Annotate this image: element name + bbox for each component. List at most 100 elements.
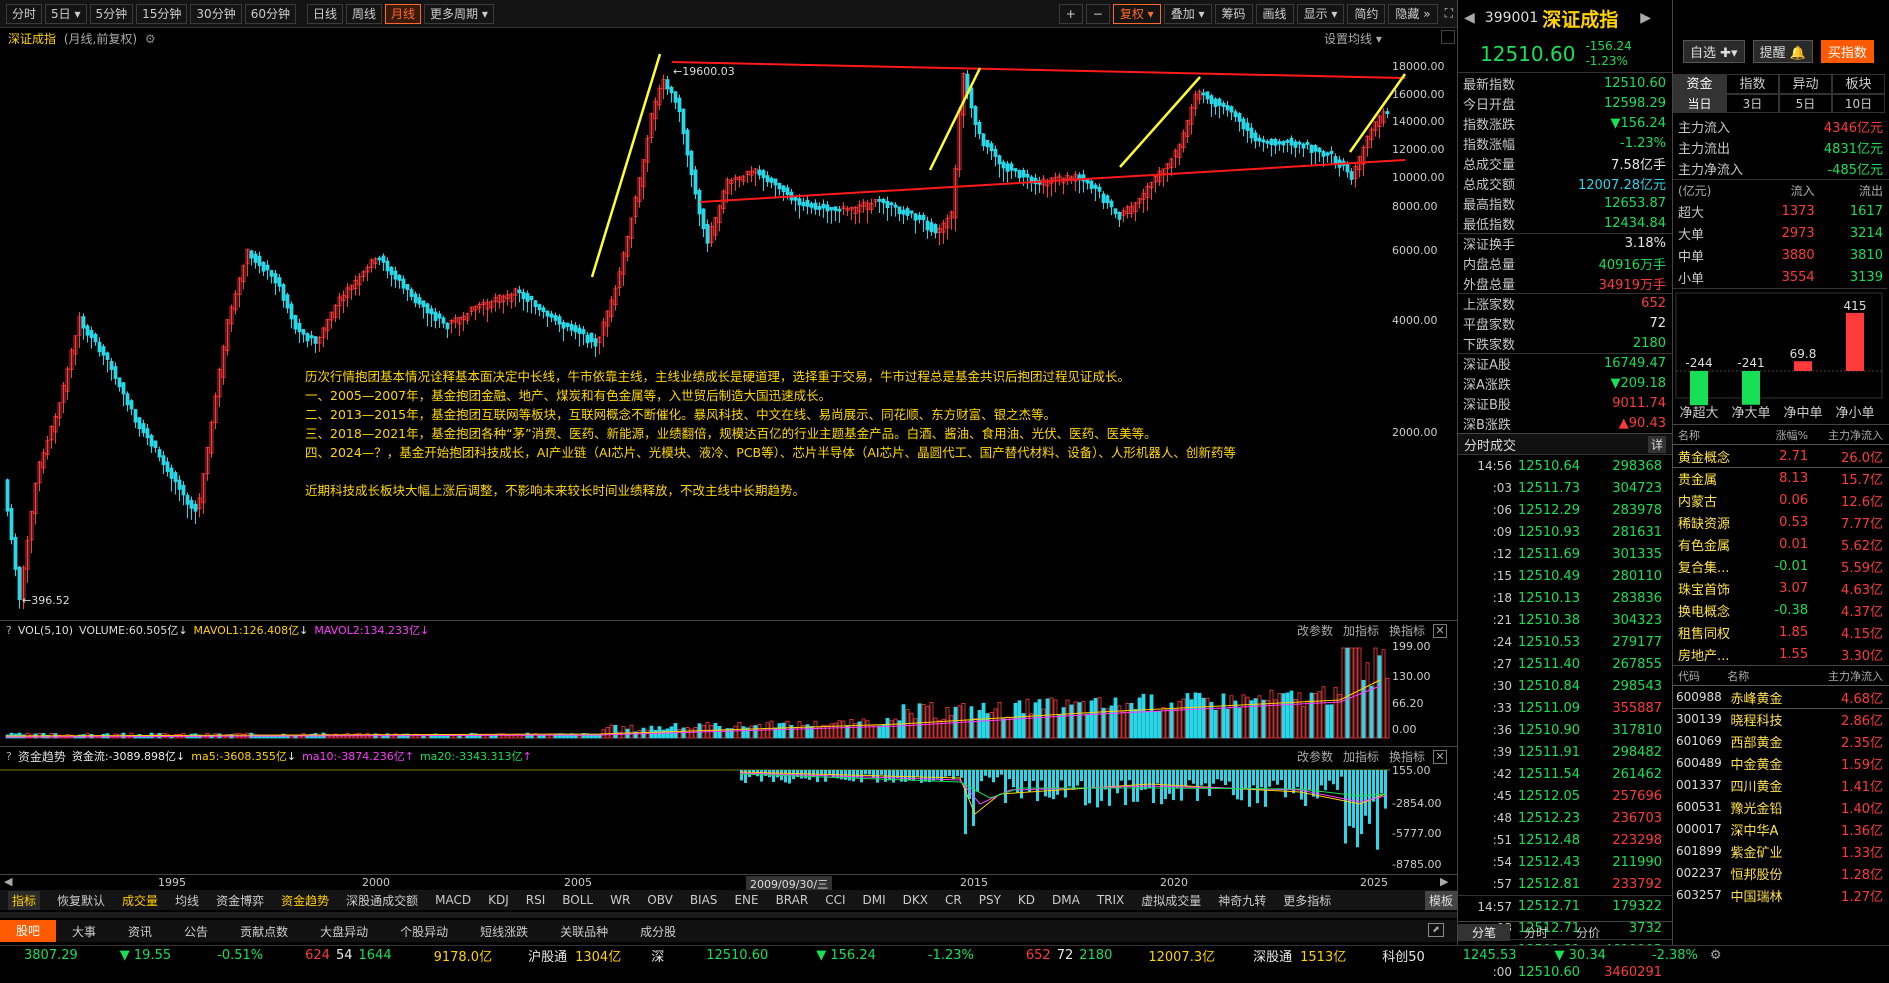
ticks-tab[interactable]: 分价 [1562,924,1614,941]
indicator-tab[interactable]: WR [610,893,630,907]
period-dropdown[interactable]: 更多周期 ▾ [424,3,494,24]
indicator-tab[interactable]: MACD [435,893,471,907]
sector-row[interactable]: 复合集... -0.01 5.59亿 [1673,555,1889,577]
sector-row[interactable]: 租售同权 1.85 4.15亿 [1673,621,1889,643]
indicator-tab[interactable]: 恢复默认 [57,892,105,909]
sector-row[interactable]: 稀缺资源 0.53 7.77亿 [1673,511,1889,533]
prev-arrow-icon[interactable]: ◀ [1464,10,1475,26]
period-dropdown[interactable]: 5日 ▾ [45,3,87,24]
period-tab[interactable]: 日线 [306,3,343,24]
vol-switch-indicator[interactable]: 换指标 [1389,622,1425,639]
close-icon[interactable]: ✕ [1433,749,1447,764]
indicator-tab[interactable]: KDJ [488,893,509,907]
period-tab[interactable]: 月线 [385,3,422,24]
indicator-tab[interactable]: 指标 [8,890,41,910]
period-tab[interactable]: 60分钟 [244,3,296,24]
chart-tool-button[interactable]: 筹码 [1214,4,1253,24]
indicator-tab[interactable]: 深股通成交额 [346,892,418,909]
info-tab[interactable]: 个股异动 [384,923,464,940]
indicator-tab[interactable]: KD [1018,893,1035,907]
period-tab[interactable]: 15分钟 [136,3,188,24]
info-tab[interactable]: 大事 [56,923,112,940]
indicator-tab[interactable]: RSI [526,893,546,907]
stock-row[interactable]: 300139 晓程科技 2.86亿 [1673,708,1889,730]
info-tab[interactable]: 短线涨跌 [464,923,544,940]
indicator-tab[interactable]: BIAS [690,893,718,907]
stock-row[interactable]: 001337 四川黄金 1.41亿 [1673,774,1889,796]
chart-tool-button[interactable]: − [1085,4,1110,24]
period-tab[interactable]: 周线 [346,3,383,24]
close-icon[interactable]: ✕ [1433,623,1447,638]
funds-tab[interactable]: 异动 [1779,74,1832,94]
sh-index-value[interactable]: 3807.29 [24,948,78,963]
panel-scrollbar[interactable] [1873,74,1887,944]
indicator-tab[interactable]: 更多指标 [1283,892,1331,909]
sector-flow-table[interactable]: 名称 涨幅% 主力净流入 黄金概念 2.71 26.0亿 贵金属 8.13 15.7亿 内蒙古 0.… [1672,424,1889,665]
chart-tool-button[interactable]: 简约 [1347,4,1386,24]
indicator-tab[interactable]: TRIX [1097,893,1124,907]
chart-tool-button[interactable]: + [1058,4,1083,24]
expand-icon[interactable]: ⬈ [1428,923,1444,937]
stock-row[interactable]: 600988 赤峰黄金 4.68亿 [1672,685,1889,709]
indicator-tab[interactable]: DMI [863,893,886,907]
indicator-tab[interactable]: 虚拟成交量 [1141,892,1201,909]
funds-period-tab[interactable]: 当日 [1673,94,1726,113]
chart-tool-button[interactable]: 画线 [1255,4,1294,24]
indicator-tab[interactable]: DKX [903,893,928,907]
info-tab[interactable]: 公告 [168,923,224,940]
chart-tool-button[interactable]: 复权 ▾ [1112,4,1161,24]
indicator-tab[interactable]: 均线 [175,892,199,909]
sz-label[interactable]: 深 [651,946,664,965]
settings-gear-icon[interactable]: ⚙ [1710,948,1722,963]
indicator-tab[interactable]: 成交量 [122,892,158,909]
stock-row[interactable]: 000017 深中华A 1.36亿 [1673,818,1889,840]
help-icon[interactable]: ? [6,624,12,637]
fund-edit-params[interactable]: 改参数 [1297,748,1333,765]
info-tab[interactable]: 股吧 [0,920,57,942]
fullscreen-icon[interactable]: ⛶ [1441,4,1457,24]
sector-row[interactable]: 有色金属 0.01 5.62亿 [1673,533,1889,555]
sector-row[interactable]: 珠宝首饰 3.07 4.63亿 [1673,577,1889,599]
funds-tab[interactable]: 指数 [1726,74,1779,94]
chart-tool-button[interactable]: 叠加 ▾ [1163,4,1212,24]
vol-add-indicator[interactable]: 加指标 [1343,622,1379,639]
stock-flow-table[interactable]: 代码 名称 主力净流入 600988 赤峰黄金 4.68亿 300139 晓程科技 2.86亿 6… [1672,665,1889,906]
fund-add-indicator[interactable]: 加指标 [1343,748,1379,765]
info-tab[interactable]: 大盘异动 [304,923,384,940]
indicator-tab[interactable]: CCI [825,893,845,907]
funds-period-tab[interactable]: 5日 [1779,94,1832,113]
buy-index-button[interactable]: 买指数 [1820,40,1874,63]
indicator-tab[interactable]: BOLL [562,893,593,907]
sector-row[interactable]: 贵金属 8.13 15.7亿 [1673,467,1889,489]
stock-row[interactable]: 600531 豫光金铅 1.40亿 [1673,796,1889,818]
stock-row[interactable]: 601069 西部黄金 2.35亿 [1673,730,1889,752]
ticks-list[interactable]: 14:56 12510.64 298368:03 12511.73 304723:06 1… [1458,455,1672,983]
ticks-detail-button[interactable]: 详 [1647,435,1666,453]
indicator-tab[interactable]: OBV [647,893,673,907]
sector-row[interactable]: 黄金概念 2.71 26.0亿 [1672,444,1889,468]
help-icon[interactable]: ? [6,750,12,763]
info-tab[interactable]: 关联品种 [544,923,624,940]
sgt-label[interactable]: 深股通 [1253,946,1292,965]
next-arrow-icon[interactable]: ▶ [1640,10,1651,26]
stock-row[interactable]: 002237 恒邦股份 1.28亿 [1673,862,1889,884]
funds-period-tab[interactable]: 3日 [1726,94,1779,113]
indicator-tab[interactable]: PSY [979,893,1001,907]
indicator-tab[interactable]: 资金博弈 [216,892,264,909]
vol-edit-params[interactable]: 改参数 [1297,622,1333,639]
kc50-label[interactable]: 科创50 [1382,946,1425,965]
sector-row[interactable]: 房地产... 1.55 3.30亿 [1673,643,1889,665]
indicator-tab[interactable]: 神奇九转 [1218,892,1266,909]
period-tab[interactable]: 5分钟 [89,3,134,24]
stock-row[interactable]: 603257 中国瑞林 1.27亿 [1673,884,1889,906]
kline-chart[interactable] [0,42,1457,617]
indicator-tab[interactable]: 模板 [1424,890,1457,910]
stock-row[interactable]: 601899 紫金矿业 1.33亿 [1673,840,1889,862]
indicator-tab[interactable]: BRAR [776,893,809,907]
time-axis[interactable]: 1995 2000 2005 2009/09/30/三 2015 2020 2025 ◀ ▶ [0,874,1457,892]
remind-button[interactable]: 提醒 🔔 [1752,40,1813,63]
indicator-tab[interactable]: 资金趋势 [281,892,329,909]
hgt-label[interactable]: 沪股通 [528,946,567,965]
info-tab[interactable]: 资讯 [112,923,168,940]
indicator-tab[interactable]: CR [945,893,962,907]
